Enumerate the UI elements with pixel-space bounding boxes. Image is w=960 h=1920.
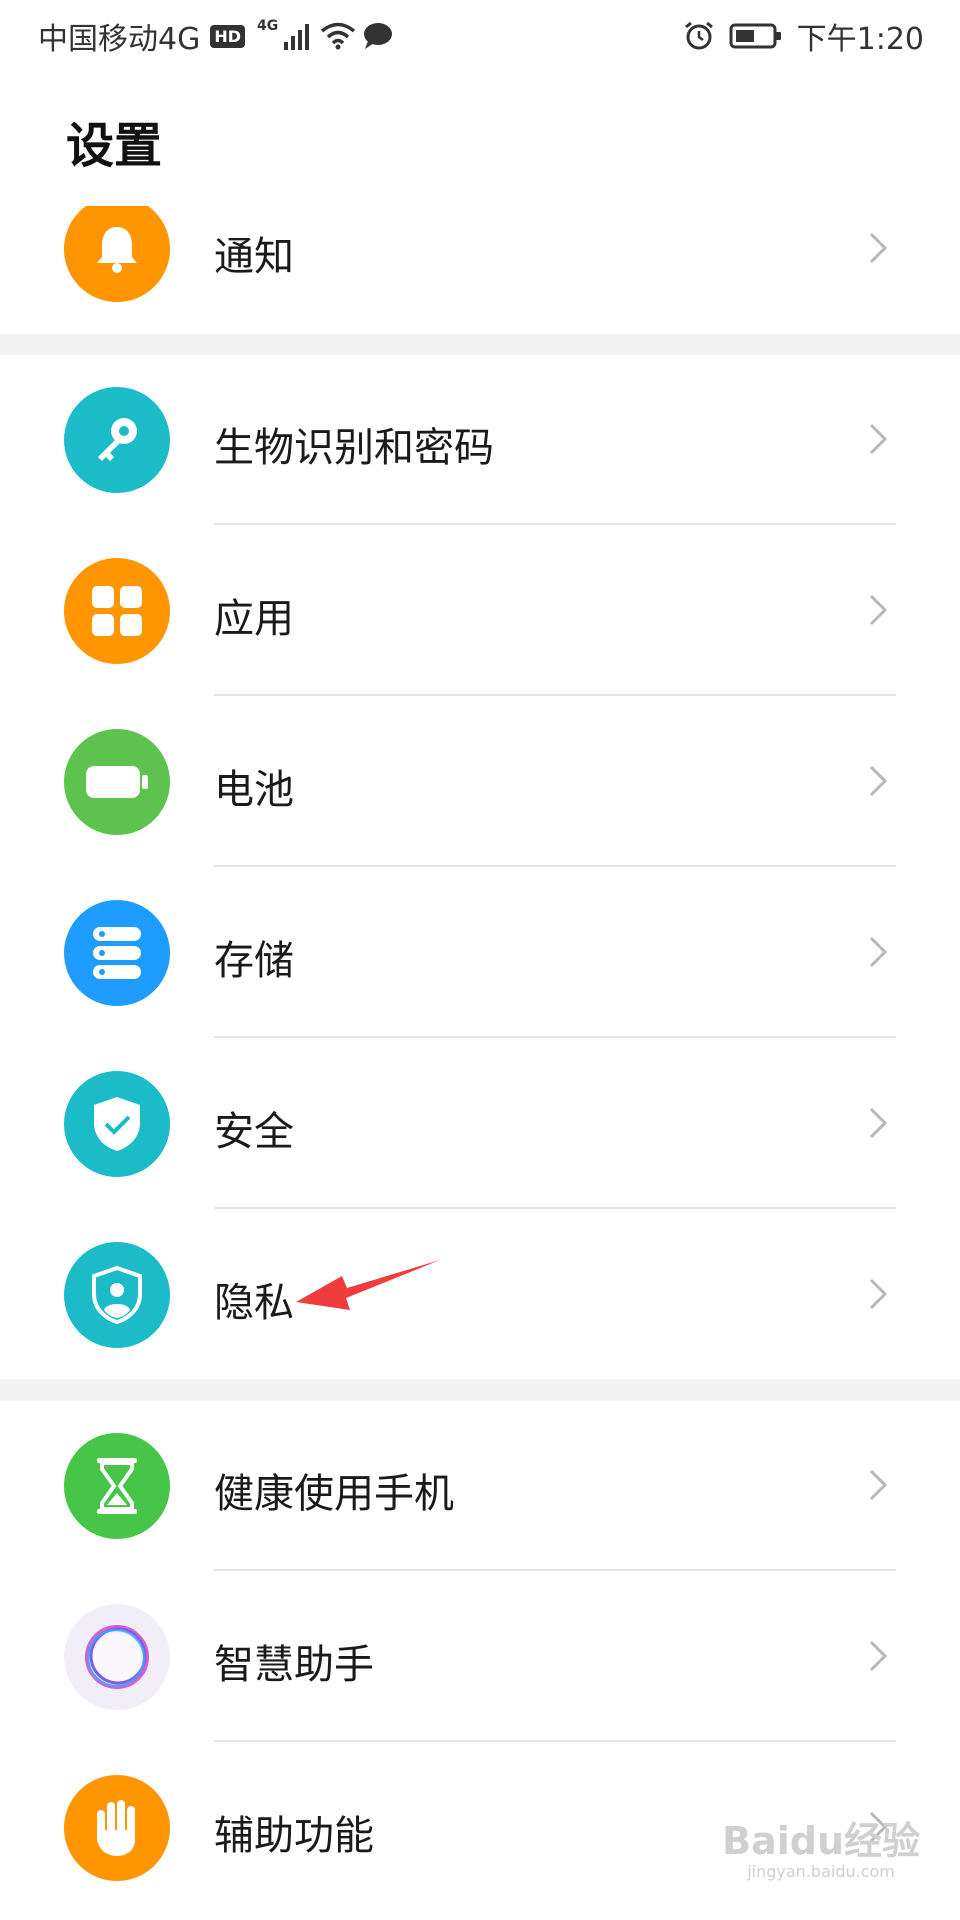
settings-item-smart-assistant[interactable]: 智慧助手 bbox=[0, 1572, 960, 1742]
watermark-subtext: jingyan.baidu.com bbox=[747, 1862, 895, 1881]
chevron-right-icon bbox=[856, 930, 900, 974]
row-divider bbox=[214, 1569, 896, 1571]
watermark-text: Baidu经验 bbox=[722, 1819, 920, 1863]
settings-section-system: 生物识别和密码 应用 电池 存储 安全 隐私 bbox=[0, 355, 960, 1379]
settings-item-battery[interactable]: 电池 bbox=[0, 697, 960, 867]
chevron-right-icon bbox=[856, 588, 900, 632]
row-divider bbox=[214, 523, 896, 525]
title-area: 设置 bbox=[0, 66, 960, 206]
status-bar: 中国移动4G HD 4G 下午1:20 bbox=[0, 0, 960, 66]
alarm-icon bbox=[684, 21, 713, 50]
chevron-right-icon bbox=[856, 226, 900, 270]
chevron-right-icon bbox=[856, 1101, 900, 1145]
row-divider bbox=[214, 865, 896, 867]
row-divider bbox=[214, 694, 896, 696]
hourglass-icon bbox=[64, 1433, 170, 1539]
page-title: 设置 bbox=[66, 118, 163, 174]
settings-item-label: 电池 bbox=[214, 767, 294, 813]
settings-item-label: 智慧助手 bbox=[214, 1642, 374, 1688]
hand-icon bbox=[64, 1775, 170, 1881]
chevron-right-icon bbox=[856, 1634, 900, 1678]
chevron-right-icon bbox=[856, 1463, 900, 1507]
row-divider bbox=[214, 1740, 896, 1742]
settings-item-label: 健康使用手机 bbox=[214, 1471, 454, 1517]
carrier-label: 中国移动4G bbox=[38, 22, 201, 57]
message-icon bbox=[364, 23, 393, 49]
hd-badge: HD bbox=[210, 24, 246, 48]
settings-item-storage[interactable]: 存储 bbox=[0, 868, 960, 1038]
settings-item-label: 安全 bbox=[214, 1109, 294, 1155]
settings-item-label: 通知 bbox=[214, 234, 294, 280]
shield-check-icon bbox=[64, 1071, 170, 1177]
network-type-label: 4G bbox=[257, 18, 279, 34]
chevron-right-icon bbox=[856, 759, 900, 803]
clock-label: 下午1:20 bbox=[796, 22, 924, 57]
settings-item-security[interactable]: 安全 bbox=[0, 1039, 960, 1209]
row-divider bbox=[214, 1036, 896, 1038]
bell-icon bbox=[64, 206, 170, 302]
settings-item-privacy[interactable]: 隐私 bbox=[0, 1210, 960, 1380]
settings-item-digital-balance[interactable]: 健康使用手机 bbox=[0, 1401, 960, 1571]
wifi-icon bbox=[321, 22, 356, 50]
signal-icon bbox=[284, 24, 310, 50]
privacy-shield-icon bbox=[64, 1242, 170, 1348]
battery-status-icon bbox=[729, 23, 781, 49]
chevron-right-icon bbox=[856, 1272, 900, 1316]
annotation-arrow bbox=[296, 1260, 440, 1310]
key-icon bbox=[64, 387, 170, 493]
storage-icon bbox=[64, 900, 170, 1006]
settings-item-apps[interactable]: 应用 bbox=[0, 526, 960, 696]
settings-item-label: 辅助功能 bbox=[214, 1813, 374, 1859]
settings-item-biometrics[interactable]: 生物识别和密码 bbox=[0, 355, 960, 525]
settings-item-notifications[interactable]: 通知 bbox=[0, 206, 960, 334]
apps-grid-icon bbox=[64, 558, 170, 664]
chevron-right-icon bbox=[856, 417, 900, 461]
settings-section-notifications: 通知 bbox=[0, 206, 960, 334]
settings-item-label: 应用 bbox=[214, 596, 294, 642]
settings-item-label: 隐私 bbox=[214, 1280, 294, 1326]
battery-icon bbox=[64, 729, 170, 835]
settings-item-label: 生物识别和密码 bbox=[214, 425, 494, 471]
assistant-ring-icon bbox=[64, 1604, 170, 1710]
settings-item-label: 存储 bbox=[214, 938, 294, 984]
baidu-watermark: Baidu经验 jingyan.baidu.com bbox=[722, 1822, 920, 1880]
row-divider bbox=[214, 1207, 896, 1209]
